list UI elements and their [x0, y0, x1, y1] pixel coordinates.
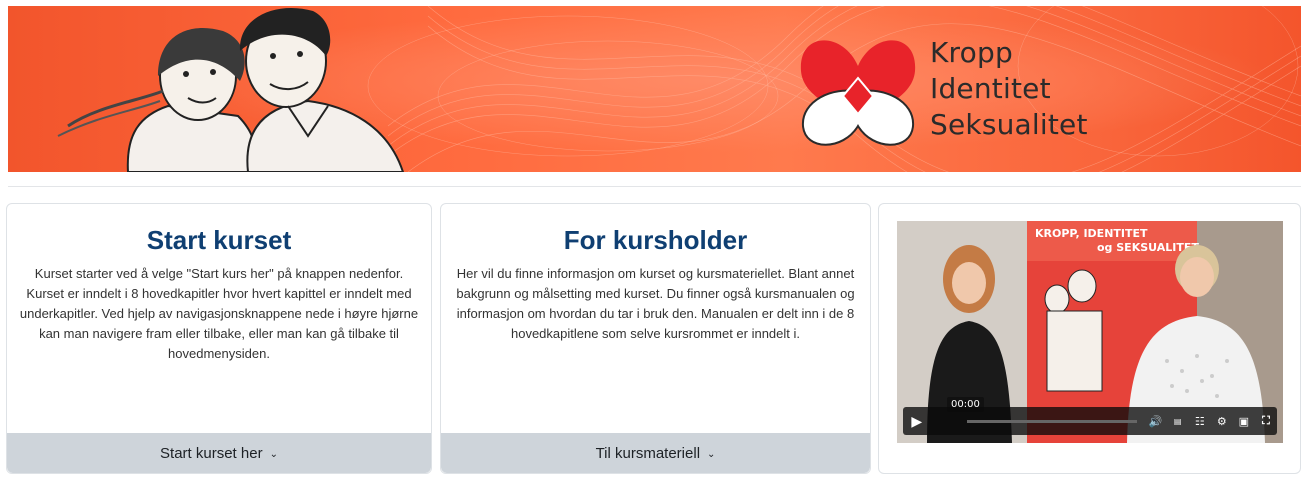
- kis-logo: [800, 40, 916, 146]
- button-label: Til kursmateriell: [595, 444, 701, 462]
- start-course-card: Start kurset Kurset starter ved å velge …: [6, 203, 432, 474]
- section-divider: [8, 186, 1301, 187]
- video-player[interactable]: KROPP, IDENTITET og SEKSUALITET 00:00 ▶: [897, 221, 1283, 443]
- volume-icon[interactable]: 🔊: [1145, 411, 1167, 431]
- header-banner: Kropp Identitet Seksualitet: [8, 6, 1301, 172]
- video-card: KROPP, IDENTITET og SEKSUALITET 00:00 ▶: [878, 203, 1301, 474]
- button-label: Start kurset her: [160, 444, 263, 462]
- pip-icon[interactable]: ▣: [1233, 411, 1255, 431]
- card-description: Her vil du finne informasjon om kurset o…: [456, 266, 855, 341]
- brand-line-kropp: Kropp: [930, 36, 1013, 69]
- brand-line-seksualitet: Seksualitet: [930, 108, 1088, 141]
- brand-line-identitet: Identitet: [930, 72, 1051, 105]
- progress-bar[interactable]: [966, 419, 1137, 423]
- video-controls: ▶ 🔊 ▤ ☷ ⚙ ▣ ⛶: [903, 407, 1277, 435]
- illustration-couple: [57, 7, 405, 172]
- settings-icon[interactable]: ⚙: [1211, 411, 1233, 431]
- play-icon[interactable]: ▶: [903, 413, 931, 430]
- start-course-button[interactable]: Start kurset her ⌄: [7, 433, 431, 473]
- chevron-down-icon: ⌄: [707, 448, 716, 460]
- card-title: Start kurset: [146, 225, 292, 255]
- course-holder-card: For kursholder Her vil du finne informas…: [440, 203, 871, 474]
- card-description: Kurset starter ved å velge "Start kurs h…: [19, 266, 419, 361]
- transcript-icon[interactable]: ☷: [1189, 411, 1211, 431]
- chevron-down-icon: ⌄: [269, 448, 278, 460]
- card-title: For kursholder: [563, 225, 748, 255]
- poster-text-line1: KROPP, IDENTITET: [1035, 227, 1148, 240]
- brand-title: Kropp Identitet Seksualitet: [930, 35, 1088, 143]
- course-material-button[interactable]: Til kursmateriell ⌄: [441, 433, 870, 473]
- fullscreen-icon[interactable]: ⛶: [1255, 411, 1277, 431]
- captions-icon[interactable]: ▤: [1167, 411, 1189, 431]
